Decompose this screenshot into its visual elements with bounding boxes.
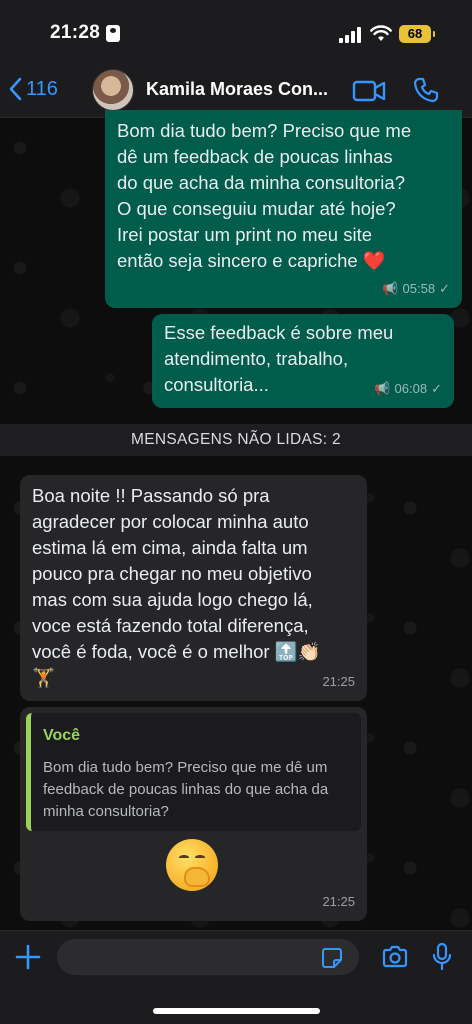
contact-name[interactable]: Kamila Moraes Con... <box>146 79 328 100</box>
video-call-icon[interactable] <box>352 78 386 104</box>
sent-check-icon: ✓ <box>431 381 442 396</box>
sent-check-icon: ✓ <box>439 281 450 296</box>
unread-messages-divider: MENSAGENS NÃO LIDAS: 2 <box>0 424 472 456</box>
message-meta: 21:25 <box>322 889 355 915</box>
megaphone-icon: 📢 <box>382 281 399 296</box>
message-time: 05:58 <box>402 281 436 296</box>
plus-icon[interactable] <box>14 943 42 971</box>
status-bar: 21:28 68 <box>0 0 472 62</box>
chat-screen: 21:28 68 116 Kamila Moraes Con... Bom di… <box>0 0 472 1024</box>
message-meta: 21:25 <box>322 669 355 695</box>
incoming-message[interactable]: Boa noite !! Passando só pra agradecer p… <box>20 475 367 701</box>
incoming-reply-message[interactable]: Você Bom dia tudo bem? Preciso que me dê… <box>20 707 367 921</box>
message-meta: 📢 06:08 ✓ <box>374 376 442 402</box>
home-indicator[interactable] <box>153 1008 320 1014</box>
status-time: 21:28 <box>50 22 101 43</box>
camera-icon[interactable] <box>381 945 409 969</box>
message-time: 06:08 <box>394 381 428 396</box>
back-button[interactable]: 116 <box>8 74 58 104</box>
sticker-icon[interactable] <box>321 947 343 969</box>
cellular-signal-icon <box>339 27 363 43</box>
outgoing-message[interactable]: Bom dia tudo bem? Preciso que me dê um f… <box>105 110 462 308</box>
quote-text: Bom dia tudo bem? Preciso que me dê um f… <box>43 759 329 820</box>
quote-author: Você <box>43 727 81 744</box>
phone-call-icon[interactable] <box>412 76 440 104</box>
message-meta: 📢 05:58 ✓ <box>382 276 450 302</box>
megaphone-icon: 📢 <box>374 381 391 396</box>
unread-chats-count: 116 <box>26 77 58 100</box>
wifi-icon <box>370 25 392 41</box>
message-input[interactable] <box>57 939 359 975</box>
id-card-icon <box>106 25 120 42</box>
message-time: 21:25 <box>322 674 355 689</box>
battery-icon: 68 <box>399 25 435 43</box>
chevron-left-icon <box>9 77 22 101</box>
message-text: Boa noite !! Passando só pra agradecer p… <box>32 485 321 688</box>
contact-avatar[interactable] <box>92 69 134 111</box>
message-time: 21:25 <box>322 894 355 909</box>
quoted-message[interactable]: Você Bom dia tudo bem? Preciso que me dê… <box>26 713 361 831</box>
message-text: Bom dia tudo bem? Preciso que me dê um f… <box>117 120 412 271</box>
microphone-icon[interactable] <box>432 942 452 972</box>
outgoing-message[interactable]: Esse feedback é sobre meu atendimento, t… <box>152 314 454 408</box>
hand-over-mouth-emoji-icon <box>166 839 218 891</box>
